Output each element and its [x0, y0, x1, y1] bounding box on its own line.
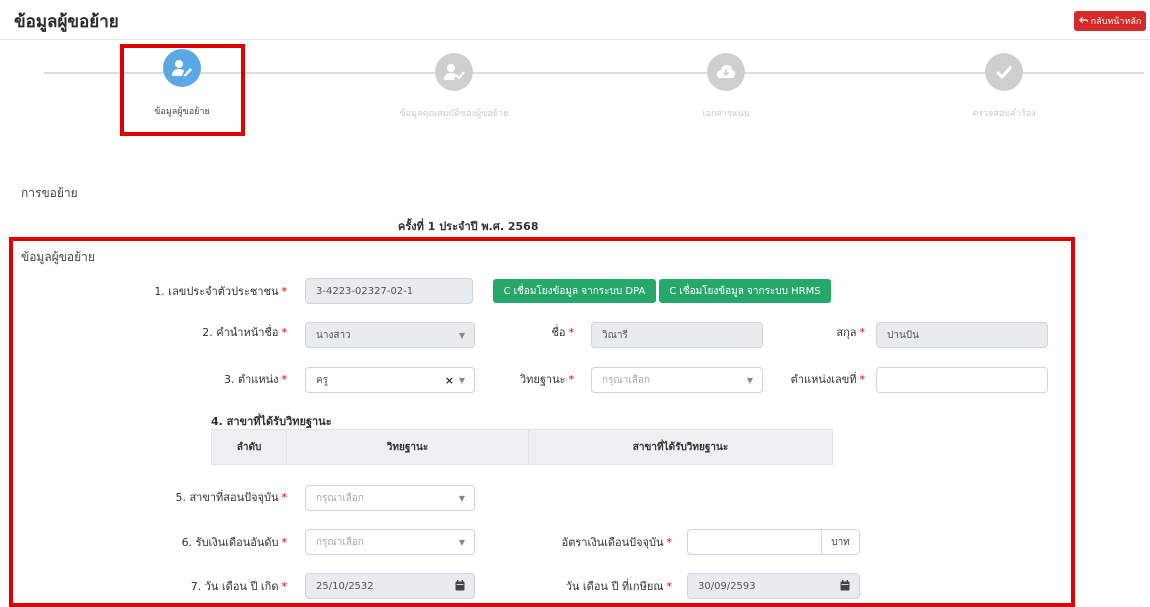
- position-label: 3. ตำแหน่ง *: [223, 373, 287, 386]
- table-header-row: ลำดับ วิทยฐานะ สาขาที่ได้รับวิทยฐานะ: [211, 429, 833, 465]
- position-select[interactable]: ครู × ▼: [305, 367, 475, 393]
- wizard-step-2[interactable]: [435, 53, 473, 91]
- salary-grade-label: 6. รับเงินเดือนอันดับ *: [181, 536, 287, 549]
- standing-table-title: 4. สาขาที่ได้รับวิทยฐานะ: [211, 415, 332, 428]
- cloud-download-icon: [707, 53, 745, 91]
- section-title: การขอย้าย: [21, 186, 78, 200]
- last-name-input[interactable]: ปานปัน: [876, 322, 1048, 348]
- retire-date-input[interactable]: 30/09/2593: [687, 573, 860, 599]
- prefix-label: 2. คำนำหน้าชื่อ *: [202, 326, 287, 339]
- prefix-select[interactable]: นางสาว ▼: [305, 322, 475, 348]
- back-arrow-icon: [1078, 16, 1088, 27]
- birth-date-input[interactable]: 25/10/2532: [305, 573, 475, 599]
- page-title: ข้อมูลผู้ขอย้าย: [14, 12, 119, 32]
- refresh-icon: C: [503, 285, 511, 297]
- salary-grade-select[interactable]: กรุณาเลือก ▼: [305, 529, 475, 555]
- chevron-down-icon: ▼: [458, 538, 465, 547]
- active-step-highlight: [120, 44, 245, 136]
- chevron-down-icon: ▼: [746, 376, 753, 385]
- header-bar: [0, 0, 1150, 40]
- first-name-label: ชื่อ *: [551, 326, 574, 339]
- teaching-subject-select[interactable]: กรุณาเลือก ▼: [305, 485, 475, 511]
- first-name-input[interactable]: วิณารี: [591, 322, 763, 348]
- chevron-down-icon: ▼: [458, 376, 465, 385]
- birth-date-label: 7. วัน เดือน ปี เกิด *: [190, 580, 287, 593]
- wizard-step-4[interactable]: [985, 53, 1023, 91]
- academic-standing-select[interactable]: กรุณาเลือก ▼: [591, 367, 763, 393]
- calendar-icon[interactable]: [455, 580, 465, 594]
- check-icon: [985, 53, 1023, 91]
- retire-date-label: วัน เดือน ปี ที่เกษียณ *: [565, 580, 672, 593]
- academic-standing-label: วิทยฐานะ *: [519, 373, 574, 386]
- salary-unit: บาท: [821, 530, 859, 554]
- connect-hrms-button[interactable]: C เชื่อมโยงข้อมูล จากระบบ HRMS: [659, 279, 831, 303]
- teaching-subject-label: 5. สาขาที่สอนปัจจุบัน *: [175, 491, 287, 504]
- last-name-label: สกุล *: [836, 326, 865, 339]
- chevron-down-icon: ▼: [458, 331, 465, 340]
- back-button-label: กลับหน้าหลัก: [1090, 17, 1142, 27]
- wizard-step-3-label: เอกสารแนบ: [702, 109, 750, 119]
- position-number-input[interactable]: [876, 367, 1048, 393]
- back-to-home-button[interactable]: กลับหน้าหลัก: [1074, 11, 1146, 31]
- column-header-order: ลำดับ: [211, 429, 287, 465]
- connect-dpa-button[interactable]: C เชื่อมโยงข้อมูล จากระบบ DPA: [493, 279, 656, 303]
- salary-label: อัตราเงินเดือนปัจจุบัน *: [561, 536, 672, 549]
- wizard-step-3[interactable]: [707, 53, 745, 91]
- id-card-input[interactable]: 3-4223-02327-02-1: [305, 278, 473, 304]
- form-title: ข้อมูลผู้ขอย้าย: [21, 250, 95, 264]
- column-header-branch: สาขาที่ได้รับวิทยฐานะ: [528, 429, 833, 465]
- column-header-standing: วิทยฐานะ: [286, 429, 529, 465]
- id-card-label: 1. เลขประจำตัวประชาชน *: [154, 285, 287, 298]
- wizard-step-2-label: ข้อมูลคุณสมบัติของผู้ขอย้าย: [399, 109, 509, 119]
- round-text: ครั้งที่ 1 ประจำปี พ.ศ. 2568: [398, 220, 539, 233]
- user-check-icon: [435, 53, 473, 91]
- clear-icon[interactable]: ×: [445, 374, 454, 387]
- wizard-step-4-label: ตรวจสอบคำร้อง: [972, 109, 1036, 119]
- standing-table: ลำดับ วิทยฐานะ สาขาที่ได้รับวิทยฐานะ: [211, 429, 833, 465]
- chevron-down-icon: ▼: [458, 494, 465, 503]
- calendar-icon[interactable]: [840, 580, 850, 594]
- refresh-icon: C: [669, 285, 677, 297]
- salary-input[interactable]: บาท: [687, 529, 860, 555]
- position-number-label: ตำแหน่งเลขที่ *: [790, 373, 865, 386]
